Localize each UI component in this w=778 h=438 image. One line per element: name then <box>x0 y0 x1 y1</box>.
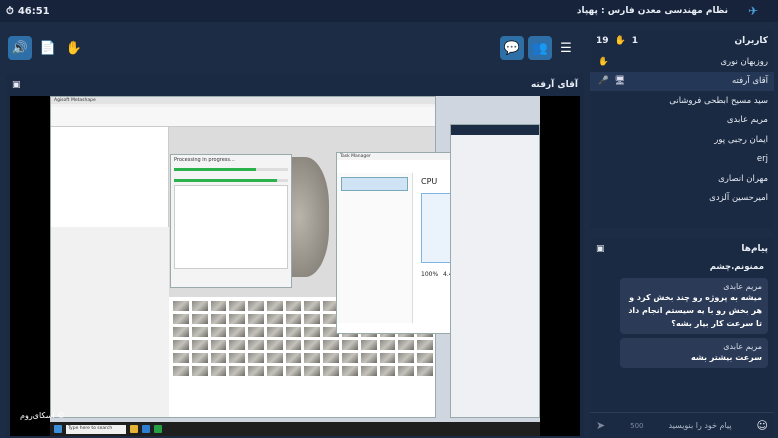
toolbar: 🔊 📄 ✋ 💬 👥 ☰ <box>0 30 584 66</box>
send-icon[interactable]: ➤ <box>596 419 605 432</box>
watermark: اسکای‌روم © <box>20 411 66 420</box>
workspace-pane <box>51 127 169 227</box>
progress-bar-2 <box>174 179 288 182</box>
user-row[interactable]: مریم عابدی <box>590 111 774 131</box>
skyroom-logo-icon: ✈ <box>747 4 759 18</box>
messages-options-icon[interactable]: ▣ <box>596 244 605 254</box>
user-name: مهران انصاری <box>718 173 768 184</box>
message-bubble: مریم عابدی سرعت بیشتر بشه <box>620 338 768 368</box>
stage-options-icon[interactable]: ▣ <box>12 80 21 90</box>
raise-hand-button[interactable]: ✋ <box>62 36 86 60</box>
user-count: 19 <box>596 36 609 46</box>
menu-button[interactable]: ☰ <box>554 36 578 60</box>
taskbar-search[interactable]: Type here to search <box>66 424 126 434</box>
timer-text: 46:51 <box>17 5 50 17</box>
user-row[interactable]: erj <box>590 150 774 170</box>
user-row[interactable]: روزبهان نوری ✋ <box>590 52 774 72</box>
windows-taskbar: Type here to search <box>50 422 540 436</box>
users-icon: 👥 <box>531 40 549 56</box>
presentation-stage: ▣ آقای آرفته Agisoft Metashape Processin… <box>6 74 584 438</box>
user-list: روزبهان نوری ✋ آقای آرفته 🎤 🖥 سید مسیح اب… <box>590 52 774 208</box>
metashape-title: Agisoft Metashape <box>51 97 435 104</box>
user-row[interactable]: آقای آرفته 🎤 🖥 <box>590 71 774 91</box>
user-counts: 19 ✋ 1 <box>596 36 638 46</box>
taskmgr-sidebar <box>337 173 413 323</box>
progress-title: Processing in progress... <box>174 157 235 163</box>
cpu-utilization: 100% <box>421 271 439 278</box>
message-composer: ➤ 500 پیام خود را بنویسید ☺ <box>590 412 774 438</box>
users-header: 19 ✋ 1 کاربران <box>590 30 774 52</box>
message-text: سرعت بیشتر بشه <box>691 353 762 362</box>
message-text: ممنونم.چشم <box>709 262 764 272</box>
metashape-toolbar <box>51 107 435 127</box>
user-name: erj <box>756 154 768 165</box>
stage-header: ▣ آقای آرفته <box>6 74 584 96</box>
edge-icon[interactable] <box>142 425 150 433</box>
user-name: روزبهان نوری <box>720 56 768 67</box>
message-input[interactable]: پیام خود را بنویسید <box>668 421 731 430</box>
app-root: ⏱ 46:51 ✈ نظام مهندسی معدن فارس : پهپاد … <box>0 0 778 438</box>
messages-header: ▣ پیام‌ها <box>590 238 774 260</box>
session-title: نظام مهندسی معدن فارس : پهپاد <box>576 6 728 16</box>
emoji-icon[interactable]: ☺ <box>757 419 768 432</box>
message-text: میشه به پروژه رو چند بخش کرد و هر بخش رو… <box>628 293 762 328</box>
session-timer: ⏱ 46:51 <box>6 6 50 17</box>
hamburger-icon: ☰ <box>560 40 572 56</box>
presenter-icon[interactable]: 🖥 <box>615 76 626 86</box>
document-icon: 📄 <box>39 40 57 56</box>
hand-count: 1 <box>631 36 639 46</box>
messages-title: پیام‌ها <box>741 244 768 254</box>
message-sender: مریم عابدی <box>723 282 762 291</box>
user-name: مریم عابدی <box>726 115 768 126</box>
user-row[interactable]: ایمان رجبی پور <box>590 130 774 150</box>
users-panel: 19 ✋ 1 کاربران روزبهان نوری ✋ آقای آرفته… <box>590 30 774 228</box>
clock-icon: ⏱ <box>6 5 14 17</box>
user-name: سید مسیح ابطحی فروشانی <box>669 95 768 106</box>
user-name: امیرحسین آلزدی <box>709 193 768 204</box>
messages-panel: ▣ پیام‌ها ممنونم.چشم مریم عابدی میشه به … <box>590 238 774 438</box>
progress-dialog: Processing in progress... <box>170 154 292 288</box>
shared-screen[interactable]: Agisoft Metashape Processing in progress… <box>10 96 580 436</box>
users-title: کاربران <box>734 36 768 46</box>
app-icon[interactable] <box>154 425 162 433</box>
speaker-button[interactable]: 🔊 <box>8 36 32 60</box>
messenger-window <box>450 124 540 418</box>
explorer-icon[interactable] <box>130 425 138 433</box>
chat-toggle-button[interactable]: 💬 <box>500 36 524 60</box>
hand-count-icon: ✋ <box>614 36 626 46</box>
files-button[interactable]: 📄 <box>36 36 60 60</box>
progress-bar-1 <box>174 168 288 171</box>
progress-log <box>174 185 288 269</box>
cpu-label: CPU <box>421 177 438 186</box>
shared-desktop: Agisoft Metashape Processing in progress… <box>50 96 540 436</box>
top-bar: ⏱ 46:51 ✈ نظام مهندسی معدن فارس : پهپاد <box>0 0 778 22</box>
user-row[interactable]: سید مسیح ابطحی فروشانی <box>590 91 774 111</box>
user-name: ایمان رجبی پور <box>714 134 768 145</box>
session-title-area: ✈ نظام مهندسی معدن فارس : پهپاد <box>577 4 772 18</box>
presenter-name: آقای آرفته <box>530 80 578 90</box>
mic-icon[interactable]: 🎤 <box>598 76 609 86</box>
user-row[interactable]: امیرحسین آلزدی <box>590 189 774 209</box>
chat-icon: 💬 <box>503 40 521 56</box>
message-bubble: مریم عابدی میشه به پروژه رو چند بخش کرد … <box>620 278 768 334</box>
users-toggle-button[interactable]: 👥 <box>528 36 552 60</box>
message-sender: مریم عابدی <box>723 342 762 351</box>
user-row[interactable]: مهران انصاری <box>590 169 774 189</box>
message-list: ممنونم.چشم مریم عابدی میشه به پروژه رو چ… <box>590 260 774 368</box>
char-count: 500 <box>630 421 644 430</box>
cpu-tile[interactable] <box>341 177 408 191</box>
start-icon[interactable] <box>54 425 62 433</box>
hand-icon: ✋ <box>65 40 83 56</box>
user-name: آقای آرفته <box>731 76 768 87</box>
hand-icon: ✋ <box>598 56 609 67</box>
speaker-icon: 🔊 <box>11 40 29 56</box>
